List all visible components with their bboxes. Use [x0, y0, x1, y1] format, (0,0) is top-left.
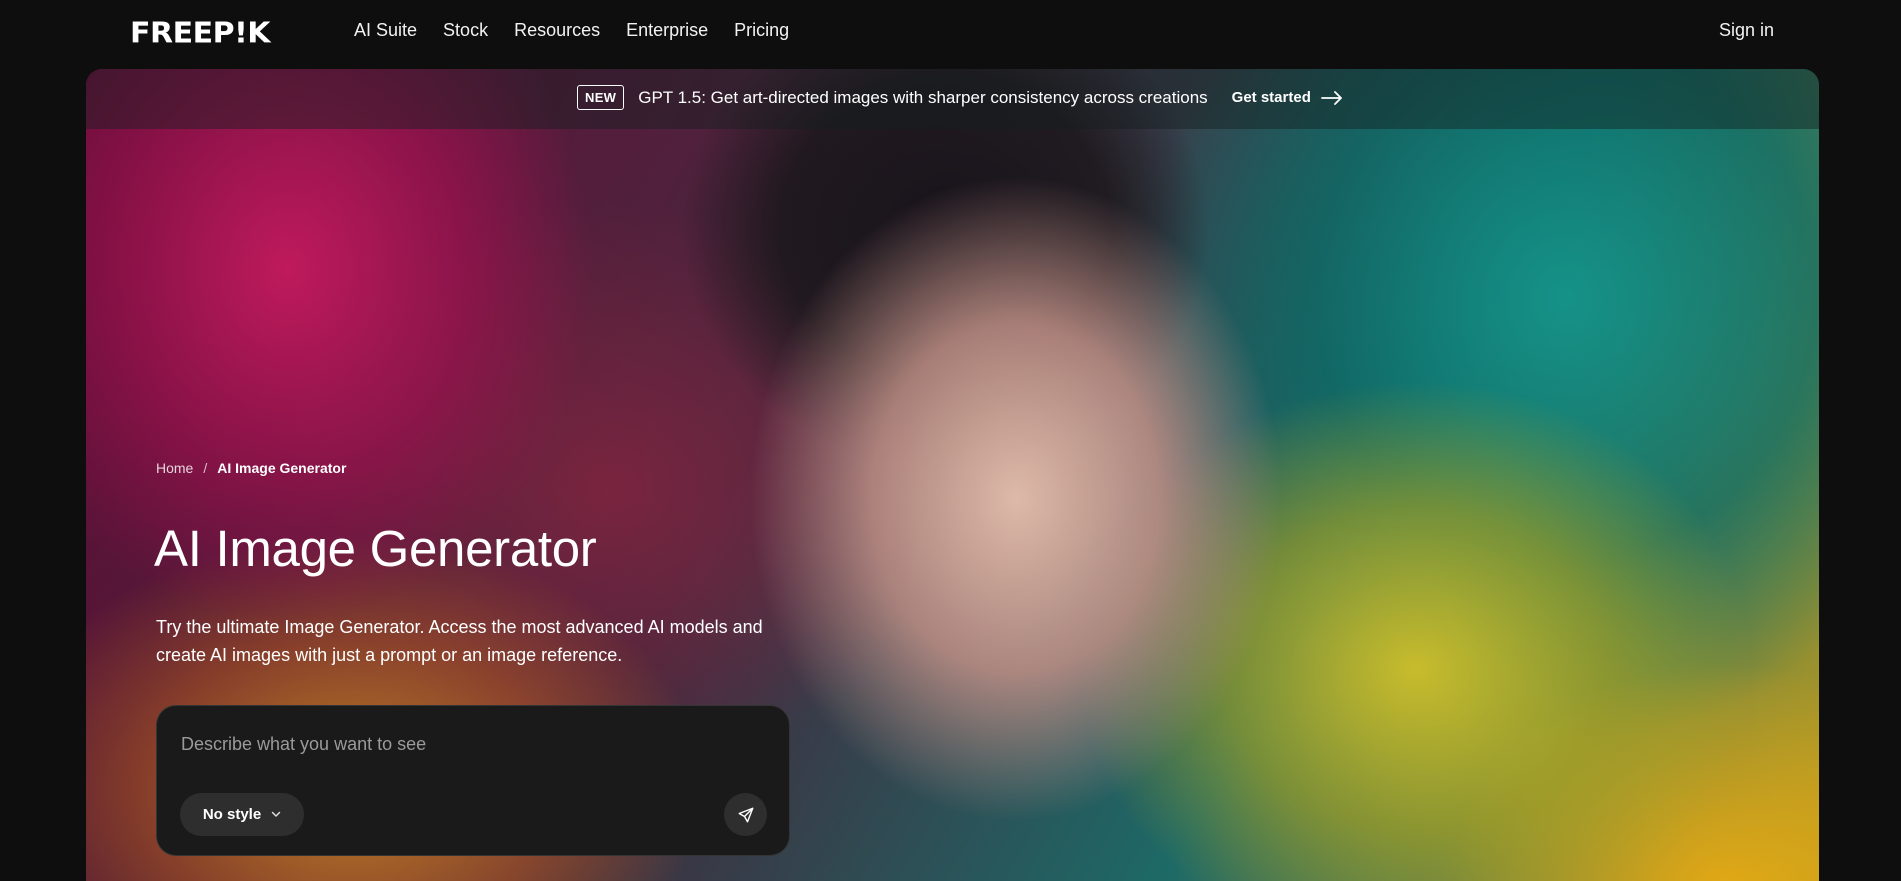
- nav-item-stock[interactable]: Stock: [443, 20, 488, 41]
- freepik-logo[interactable]: FREEP!K: [130, 17, 271, 50]
- nav-item-resources[interactable]: Resources: [514, 20, 600, 41]
- page-title: AI Image Generator: [154, 520, 597, 577]
- page-description: Try the ultimate Image Generator. Access…: [156, 617, 763, 665]
- send-icon: [738, 807, 753, 822]
- chevron-down-icon: [271, 811, 281, 817]
- nav-item-enterprise[interactable]: Enterprise: [626, 20, 708, 41]
- new-badge: NEW: [577, 85, 625, 110]
- announcement-text: GPT 1.5: Get art-directed images with sh…: [638, 87, 1208, 107]
- get-started-label: Get started: [1231, 89, 1311, 106]
- sign-in-link[interactable]: Sign in: [1719, 20, 1774, 41]
- send-button[interactable]: [724, 793, 767, 836]
- main-nav: AI Suite Stock Resources Enterprise Pric…: [354, 20, 789, 41]
- breadcrumb-home[interactable]: Home: [156, 460, 193, 476]
- breadcrumb-current: AI Image Generator: [217, 460, 347, 476]
- breadcrumb-separator: /: [203, 460, 208, 476]
- breadcrumb: Home / AI Image Generator: [156, 460, 346, 476]
- nav-item-pricing[interactable]: Pricing: [734, 20, 789, 41]
- prompt-input[interactable]: [181, 730, 741, 758]
- top-navigation: FREEP!K AI Suite Stock Resources Enterpr…: [0, 0, 1901, 62]
- style-dropdown-button[interactable]: No style: [180, 793, 304, 836]
- prompt-box: No style: [156, 705, 790, 856]
- style-dropdown-label: No style: [202, 806, 262, 823]
- announcement-content: NEW GPT 1.5: Get art-directed images wit…: [577, 85, 1343, 110]
- nav-item-ai-suite[interactable]: AI Suite: [354, 20, 417, 41]
- announcement-bar: NEW GPT 1.5: Get art-directed images wit…: [86, 69, 1819, 129]
- get-started-link[interactable]: Get started: [1232, 89, 1343, 106]
- arrow-right-icon: [1320, 90, 1342, 105]
- hero-section: NEW GPT 1.5: Get art-directed images wit…: [86, 69, 1819, 881]
